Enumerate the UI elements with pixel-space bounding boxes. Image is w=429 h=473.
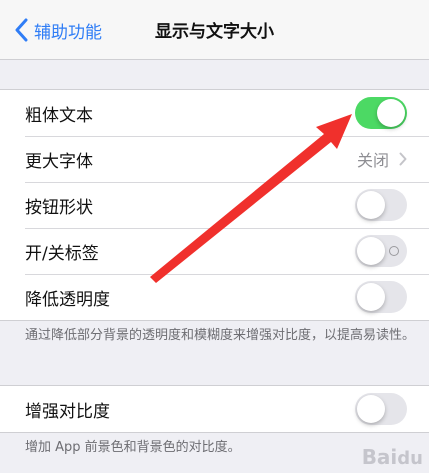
- annotation-arrow-icon: [150, 114, 352, 283]
- watermark-logo: Baidu: [361, 445, 423, 469]
